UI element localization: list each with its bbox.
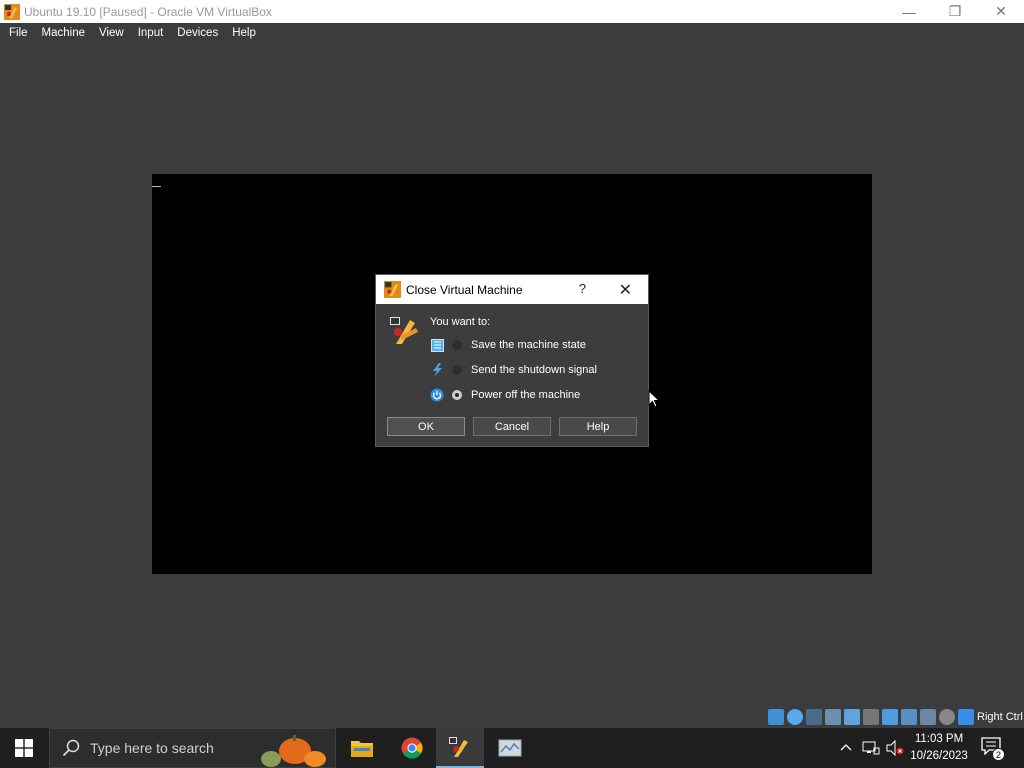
cancel-button[interactable]: Cancel xyxy=(473,417,551,436)
option-shutdown-signal[interactable]: Send the shutdown signal xyxy=(430,361,597,379)
dialog-close-button[interactable]: ✕ xyxy=(619,280,632,300)
dialog-prompt: You want to: xyxy=(430,316,491,328)
radio-power-off[interactable] xyxy=(452,390,462,400)
virtualbox-taskbar-icon xyxy=(449,737,468,757)
video-capture-icon[interactable] xyxy=(901,709,917,725)
save-state-icon xyxy=(430,338,444,352)
taskbar-virtualbox[interactable] xyxy=(436,728,484,768)
taskbar-search-box[interactable]: Type here to search xyxy=(49,728,336,768)
menu-file[interactable]: File xyxy=(0,27,35,39)
virtualization-icon[interactable] xyxy=(920,709,936,725)
display-icon[interactable] xyxy=(882,709,898,725)
mouse-integration-icon[interactable] xyxy=(939,709,955,725)
dialog-help-button[interactable]: ? xyxy=(579,281,586,296)
virtualbox-icon xyxy=(384,281,401,298)
text-cursor xyxy=(152,186,161,187)
virtualbox-logo-icon xyxy=(390,317,418,344)
dialog-titlebar: Close Virtual Machine ? ✕ xyxy=(376,275,648,304)
pumpkins-highlight-icon xyxy=(261,735,326,767)
option-power-off-label: Power off the machine xyxy=(471,389,581,401)
option-shutdown-signal-label: Send the shutdown signal xyxy=(471,364,597,376)
close-vm-dialog: Close Virtual Machine ? ✕ You want to: S… xyxy=(375,274,649,447)
mouse-pointer-icon xyxy=(648,390,660,408)
action-center-button[interactable]: 2 xyxy=(981,737,1005,761)
keyboard-capture-icon[interactable] xyxy=(958,709,974,725)
help-button[interactable]: Help xyxy=(559,417,637,436)
taskbar-chrome[interactable] xyxy=(388,728,436,768)
option-save-state[interactable]: Save the machine state xyxy=(430,336,586,354)
clock-time: 11:03 PM xyxy=(914,733,964,745)
taskbar-virtualbox-manager[interactable] xyxy=(486,728,534,768)
restore-button[interactable]: ❐ xyxy=(932,0,978,23)
close-window-button[interactable]: ✕ xyxy=(978,0,1024,23)
search-icon xyxy=(62,739,80,757)
menu-help[interactable]: Help xyxy=(225,27,263,39)
volume-muted-icon[interactable] xyxy=(886,740,904,756)
menu-devices[interactable]: Devices xyxy=(170,27,225,39)
taskbar: Type here to search 11:03 PM 10/26/2023 … xyxy=(0,728,1024,768)
chevron-up-icon[interactable] xyxy=(838,740,854,756)
network-icon[interactable] xyxy=(825,709,841,725)
hard-disk-icon[interactable] xyxy=(768,709,784,725)
chrome-icon xyxy=(401,737,423,759)
radio-shutdown-signal[interactable] xyxy=(452,365,462,375)
optical-drive-icon[interactable] xyxy=(787,709,803,725)
minimize-icon: — xyxy=(902,3,916,20)
usb-icon[interactable] xyxy=(844,709,860,725)
vm-statusbar: Right Ctrl xyxy=(0,707,1024,727)
start-button[interactable] xyxy=(0,728,48,768)
audio-icon[interactable] xyxy=(806,709,822,725)
network-tray-icon[interactable] xyxy=(862,740,880,756)
menu-view[interactable]: View xyxy=(92,27,131,39)
dialog-title: Close Virtual Machine xyxy=(406,282,523,297)
menu-machine[interactable]: Machine xyxy=(35,27,92,39)
notification-count-badge: 2 xyxy=(992,748,1005,761)
minimize-button[interactable]: — xyxy=(886,0,932,23)
menubar: File Machine View Input Devices Help xyxy=(0,23,1024,42)
host-key-label: Right Ctrl xyxy=(977,711,1023,723)
clock-date: 10/26/2023 xyxy=(910,750,968,762)
vm-manager-icon xyxy=(498,739,522,757)
window-title: Ubuntu 19.10 [Paused] - Oracle VM Virtua… xyxy=(24,4,272,19)
virtualbox-app-icon xyxy=(4,3,20,20)
taskbar-file-explorer[interactable] xyxy=(338,728,386,768)
restore-icon: ❐ xyxy=(948,3,962,19)
radio-save-state[interactable] xyxy=(452,340,462,350)
shared-folders-icon[interactable] xyxy=(863,709,879,725)
close-icon: ✕ xyxy=(995,3,1007,19)
system-tray xyxy=(838,728,904,768)
shutdown-signal-icon xyxy=(430,363,444,377)
file-explorer-icon xyxy=(351,741,373,757)
option-power-off[interactable]: Power off the machine xyxy=(430,386,580,404)
taskbar-clock[interactable]: 11:03 PM 10/26/2023 xyxy=(908,731,970,765)
ok-button[interactable]: OK xyxy=(387,417,465,436)
menu-input[interactable]: Input xyxy=(131,27,171,39)
option-save-state-label: Save the machine state xyxy=(471,339,586,351)
window-titlebar: Ubuntu 19.10 [Paused] - Oracle VM Virtua… xyxy=(0,0,1024,23)
windows-logo-icon xyxy=(15,739,33,757)
search-placeholder: Type here to search xyxy=(90,740,214,756)
power-off-icon xyxy=(430,388,444,402)
